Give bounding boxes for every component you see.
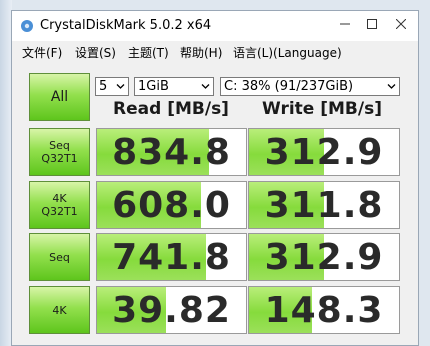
chevron-down-icon <box>387 84 396 89</box>
read-result-cell: 608.0 <box>96 181 247 229</box>
read-result-cell: 39.82 <box>96 286 247 334</box>
test-button[interactable]: Seq <box>29 233 90 281</box>
write-value: 311.8 <box>264 185 384 226</box>
read-result-cell: 834.8 <box>96 128 247 176</box>
write-result-cell: 148.3 <box>248 286 400 334</box>
write-result-cell: 312.9 <box>248 233 400 281</box>
drive-select[interactable]: C: 38% (91/237GiB) <box>220 77 400 96</box>
minimize-icon <box>340 23 350 25</box>
read-value: 741.8 <box>112 237 231 278</box>
close-icon <box>395 18 407 30</box>
test-label: Q32T1 <box>41 152 78 165</box>
title-bar: CrystalDiskMark 5.0.2 x64 <box>12 11 418 41</box>
menu-settings[interactable]: 设置(S) <box>75 44 116 61</box>
read-value: 608.0 <box>112 185 231 226</box>
test-label: Seq <box>49 251 70 264</box>
minimize-button[interactable] <box>330 16 360 36</box>
write-value: 148.3 <box>264 290 384 331</box>
all-tests-button[interactable]: All <box>29 73 90 121</box>
runs-select[interactable]: 5 <box>95 77 129 96</box>
window-title: CrystalDiskMark 5.0.2 x64 <box>40 18 212 33</box>
close-button[interactable] <box>386 16 416 36</box>
test-button[interactable]: Seq Q32T1 <box>29 128 90 176</box>
maximize-icon <box>367 19 377 29</box>
size-select[interactable]: 1GiB <box>134 77 214 96</box>
app-window: CrystalDiskMark 5.0.2 x64 文件(F) 设置(S) 主题… <box>11 10 419 346</box>
write-result-cell: 312.9 <box>248 128 400 176</box>
read-value: 39.82 <box>112 290 231 331</box>
test-button[interactable]: 4K <box>29 286 90 334</box>
read-header: Read [MB/s] <box>113 99 229 119</box>
maximize-button[interactable] <box>357 16 387 36</box>
drive-value: C: 38% (91/237GiB) <box>224 79 354 94</box>
test-label: 4K <box>52 304 67 317</box>
menu-file[interactable]: 文件(F) <box>22 44 62 61</box>
test-label: 4K <box>52 192 67 205</box>
read-result-cell: 741.8 <box>96 233 247 281</box>
test-label: Seq <box>49 139 70 152</box>
write-result-cell: 311.8 <box>248 181 400 229</box>
size-value: 1GiB <box>138 79 169 94</box>
test-button[interactable]: 4K Q32T1 <box>29 181 90 229</box>
write-header: Write [MB/s] <box>262 99 382 119</box>
read-value: 834.8 <box>112 132 231 173</box>
test-label: Q32T1 <box>41 205 78 218</box>
chevron-down-icon <box>201 84 210 89</box>
menu-theme[interactable]: 主题(T) <box>128 44 169 61</box>
chevron-down-icon <box>116 84 125 89</box>
write-value: 312.9 <box>264 237 384 278</box>
app-logo-icon <box>21 20 33 32</box>
runs-value: 5 <box>99 79 108 94</box>
menu-language[interactable]: 语言(L)(Language) <box>233 44 342 61</box>
menu-help[interactable]: 帮助(H) <box>180 44 222 61</box>
menu-bar: 文件(F) 设置(S) 主题(T) 帮助(H) 语言(L)(Language) <box>12 41 418 63</box>
write-value: 312.9 <box>264 132 384 173</box>
